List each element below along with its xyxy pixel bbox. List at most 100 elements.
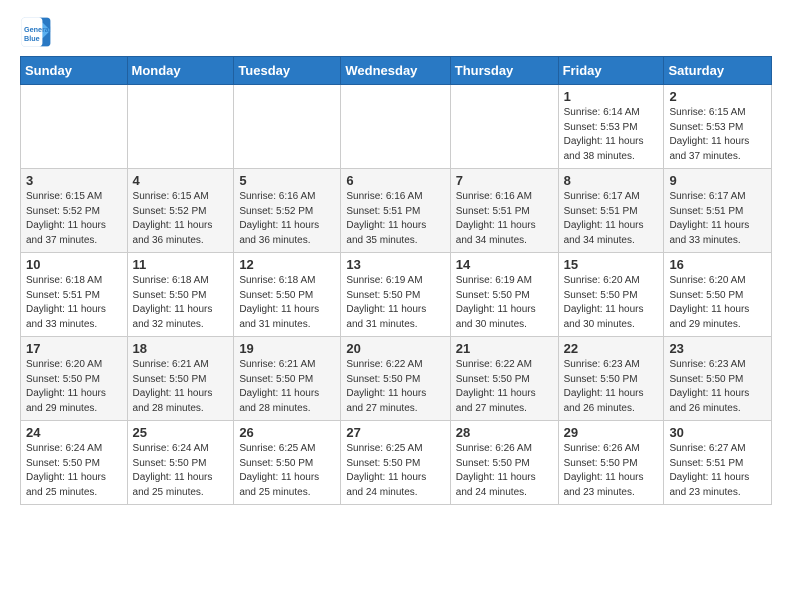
day-info: Sunrise: 6:17 AM Sunset: 5:51 PM Dayligh… [564,190,659,248]
day-number: 12 [239,257,335,272]
day-info: Sunrise: 6:21 AM Sunset: 5:50 PM Dayligh… [133,358,229,416]
calendar-cell: 29 Sunrise: 6:26 AM Sunset: 5:50 PM Dayli… [558,421,664,505]
day-number: 9 [669,173,766,188]
day-info: Sunrise: 6:27 AM Sunset: 5:51 PM Dayligh… [669,442,766,500]
weekday-header-sunday: Sunday [21,57,128,85]
day-number: 14 [456,257,553,272]
calendar-cell: 27Sunrise: 6:25 AM Sunset: 5:50 PM Dayli… [341,421,450,505]
calendar-cell [234,85,341,169]
day-info: Sunrise: 6:18 AM Sunset: 5:51 PM Dayligh… [26,274,122,332]
calendar-cell: 2 Sunrise: 6:15 AM Sunset: 5:53 PM Daylig… [664,85,772,169]
calendar-cell: 30 Sunrise: 6:27 AM Sunset: 5:51 PM Dayli… [664,421,772,505]
calendar-cell: 15 Sunrise: 6:20 AM Sunset: 5:50 PM Dayli… [558,253,664,337]
day-number: 19 [239,341,335,356]
day-info: Sunrise: 6:19 AM Sunset: 5:50 PM Dayligh… [346,274,444,332]
calendar-week-4: 24 Sunrise: 6:24 AM Sunset: 5:50 PM Dayli… [21,421,772,505]
calendar-cell: 5 Sunrise: 6:16 AM Sunset: 5:52 PM Daylig… [234,169,341,253]
calendar-cell: 7Sunrise: 6:16 AM Sunset: 5:51 PM Daylig… [450,169,558,253]
day-number: 23 [669,341,766,356]
day-number: 7 [456,173,553,188]
day-info: Sunrise: 6:26 AM Sunset: 5:50 PM Dayligh… [564,442,659,500]
svg-text:Blue: Blue [24,34,40,43]
day-info: Sunrise: 6:20 AM Sunset: 5:50 PM Dayligh… [26,358,122,416]
calendar-cell: 4 Sunrise: 6:15 AM Sunset: 5:52 PM Daylig… [127,169,234,253]
day-info: Sunrise: 6:18 AM Sunset: 5:50 PM Dayligh… [239,274,335,332]
calendar-cell: 6 Sunrise: 6:16 AM Sunset: 5:51 PM Daylig… [341,169,450,253]
day-number: 21 [456,341,553,356]
logo: General Blue [20,16,56,48]
calendar-week-0: 1 Sunrise: 6:14 AM Sunset: 5:53 PM Daylig… [21,85,772,169]
day-number: 8 [564,173,659,188]
day-number: 29 [564,425,659,440]
weekday-header-monday: Monday [127,57,234,85]
calendar-cell: 21 Sunrise: 6:22 AM Sunset: 5:50 PM Dayli… [450,337,558,421]
day-number: 6 [346,173,444,188]
day-info: Sunrise: 6:15 AM Sunset: 5:53 PM Dayligh… [669,106,766,164]
day-info: Sunrise: 6:23 AM Sunset: 5:50 PM Dayligh… [564,358,659,416]
day-number: 5 [239,173,335,188]
header: General Blue [20,16,772,48]
day-number: 17 [26,341,122,356]
day-info: Sunrise: 6:15 AM Sunset: 5:52 PM Dayligh… [26,190,122,248]
day-info: Sunrise: 6:20 AM Sunset: 5:50 PM Dayligh… [669,274,766,332]
day-number: 10 [26,257,122,272]
day-info: Sunrise: 6:24 AM Sunset: 5:50 PM Dayligh… [26,442,122,500]
calendar-cell: 10 Sunrise: 6:18 AM Sunset: 5:51 PM Dayli… [21,253,128,337]
day-number: 11 [133,257,229,272]
day-info: Sunrise: 6:16 AM Sunset: 5:51 PM Dayligh… [346,190,444,248]
day-info: Sunrise: 6:19 AM Sunset: 5:50 PM Dayligh… [456,274,553,332]
weekday-header-friday: Friday [558,57,664,85]
day-info: Sunrise: 6:25 AM Sunset: 5:50 PM Dayligh… [239,442,335,500]
calendar-cell: 26 Sunrise: 6:25 AM Sunset: 5:50 PM Dayli… [234,421,341,505]
calendar-cell: 12 Sunrise: 6:18 AM Sunset: 5:50 PM Dayli… [234,253,341,337]
calendar-cell: 14 Sunrise: 6:19 AM Sunset: 5:50 PM Dayli… [450,253,558,337]
calendar-cell [127,85,234,169]
calendar-cell: 3Sunrise: 6:15 AM Sunset: 5:52 PM Daylig… [21,169,128,253]
calendar-header-row: SundayMondayTuesdayWednesdayThursdayFrid… [21,57,772,85]
day-info: Sunrise: 6:26 AM Sunset: 5:50 PM Dayligh… [456,442,553,500]
day-number: 22 [564,341,659,356]
day-number: 13 [346,257,444,272]
day-number: 20 [346,341,444,356]
day-number: 15 [564,257,659,272]
day-number: 30 [669,425,766,440]
calendar-cell: 19 Sunrise: 6:21 AM Sunset: 5:50 PM Dayli… [234,337,341,421]
day-number: 4 [133,173,229,188]
day-number: 1 [564,89,659,104]
calendar-cell: 8 Sunrise: 6:17 AM Sunset: 5:51 PM Daylig… [558,169,664,253]
calendar-cell [450,85,558,169]
day-info: Sunrise: 6:18 AM Sunset: 5:50 PM Dayligh… [133,274,229,332]
logo-icon: General Blue [20,16,52,48]
calendar-cell [341,85,450,169]
day-number: 24 [26,425,122,440]
weekday-header-tuesday: Tuesday [234,57,341,85]
day-number: 25 [133,425,229,440]
page: General Blue SundayMondayTuesdayWednesda… [0,0,792,521]
calendar-cell: 1 Sunrise: 6:14 AM Sunset: 5:53 PM Daylig… [558,85,664,169]
calendar-cell: 16Sunrise: 6:20 AM Sunset: 5:50 PM Dayli… [664,253,772,337]
day-number: 26 [239,425,335,440]
day-number: 28 [456,425,553,440]
calendar-cell: 20Sunrise: 6:22 AM Sunset: 5:50 PM Dayli… [341,337,450,421]
calendar-table: SundayMondayTuesdayWednesdayThursdayFrid… [20,56,772,505]
day-info: Sunrise: 6:16 AM Sunset: 5:52 PM Dayligh… [239,190,335,248]
day-info: Sunrise: 6:24 AM Sunset: 5:50 PM Dayligh… [133,442,229,500]
day-info: Sunrise: 6:14 AM Sunset: 5:53 PM Dayligh… [564,106,659,164]
svg-text:General: General [24,25,51,34]
calendar-week-3: 17 Sunrise: 6:20 AM Sunset: 5:50 PM Dayli… [21,337,772,421]
calendar-cell: 25 Sunrise: 6:24 AM Sunset: 5:50 PM Dayli… [127,421,234,505]
calendar-cell: 18 Sunrise: 6:21 AM Sunset: 5:50 PM Dayli… [127,337,234,421]
day-info: Sunrise: 6:15 AM Sunset: 5:52 PM Dayligh… [133,190,229,248]
day-info: Sunrise: 6:21 AM Sunset: 5:50 PM Dayligh… [239,358,335,416]
day-number: 2 [669,89,766,104]
calendar-cell: 13 Sunrise: 6:19 AM Sunset: 5:50 PM Dayli… [341,253,450,337]
day-info: Sunrise: 6:17 AM Sunset: 5:51 PM Dayligh… [669,190,766,248]
weekday-header-thursday: Thursday [450,57,558,85]
day-info: Sunrise: 6:23 AM Sunset: 5:50 PM Dayligh… [669,358,766,416]
day-info: Sunrise: 6:22 AM Sunset: 5:50 PM Dayligh… [456,358,553,416]
day-number: 27 [346,425,444,440]
day-info: Sunrise: 6:20 AM Sunset: 5:50 PM Dayligh… [564,274,659,332]
calendar-cell: 11 Sunrise: 6:18 AM Sunset: 5:50 PM Dayli… [127,253,234,337]
day-number: 18 [133,341,229,356]
weekday-header-wednesday: Wednesday [341,57,450,85]
